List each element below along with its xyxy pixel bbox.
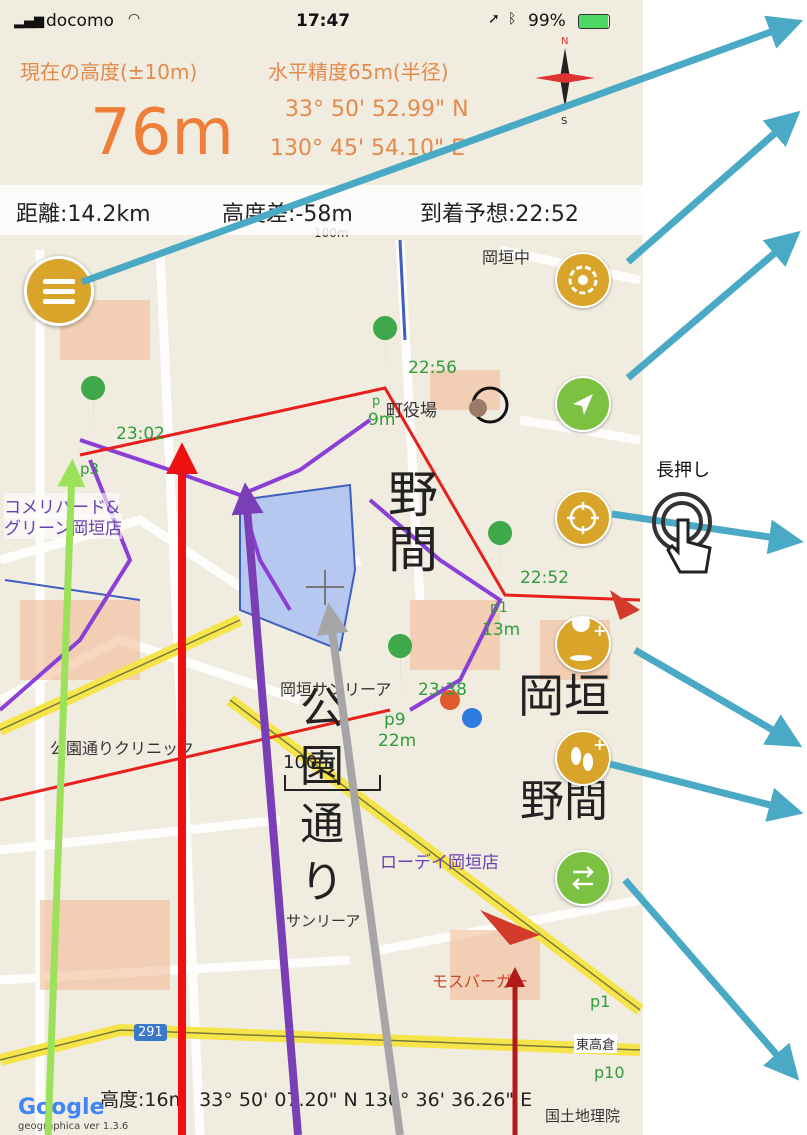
waypoint-sub-label: p9	[384, 710, 406, 730]
map-label-mos: モスバーガー	[432, 972, 529, 991]
map-label-noma-large: 野間	[388, 466, 438, 579]
waypoint-sub-label: p3	[80, 460, 100, 478]
carrier-label: docomo	[46, 11, 114, 31]
gsi-credit: 国土地理院	[545, 1107, 621, 1125]
cursor-coordinates: 高度:16m 33° 50' 07.20" N 130° 36' 36.26" …	[100, 1089, 533, 1111]
waypoint-dist-label: 13m	[482, 620, 521, 640]
map-label-route-number: 291	[134, 1024, 167, 1041]
scale-label: 100m	[283, 752, 335, 773]
map-label-okagaki-jhs: 岡垣中	[482, 248, 531, 267]
waypoint-time-label: 23:02	[116, 424, 165, 444]
navigation-arrow-icon	[573, 394, 593, 415]
waypoint-time-label: 22:56	[408, 358, 457, 378]
svg-text:S: S	[561, 116, 567, 127]
reverse-arrows-icon	[572, 866, 594, 890]
svg-text:+: +	[593, 735, 606, 754]
add-waypoint-button[interactable]: +	[555, 616, 611, 672]
longitude-value: 130° 45' 54.10" E	[270, 136, 466, 161]
bluetooth-icon: ᛒ	[508, 11, 517, 27]
map-label-18m: p10	[594, 1063, 625, 1082]
long-press-label: 長押し	[656, 460, 710, 481]
add-footprint-button[interactable]: +	[555, 730, 611, 786]
map-screen[interactable]: N S 野間 岡垣 野間 公園通り 岡垣中 町役場 コメリハード& グリーン岡垣…	[0, 0, 643, 1135]
accuracy-label: 水平精度65m(半径)	[268, 60, 449, 84]
map-label-komeri-2: グリーン岡垣店	[4, 514, 123, 539]
time-label: 17:47	[296, 11, 351, 31]
waypoint-sub-label: p1	[490, 600, 508, 616]
google-logo: Google	[18, 1095, 105, 1120]
eta-label: 到着予想:22:52	[420, 202, 579, 227]
status-bar: ▂▄▆ docomo ◠ 17:47 ➚ ᛒ 99%	[0, 0, 643, 40]
waypoint-dist-label: 22m	[378, 731, 417, 751]
elevation-diff-label: 高度差:-58m	[222, 202, 353, 227]
compass-swirl-icon	[568, 265, 598, 295]
navigate-button[interactable]	[555, 376, 611, 432]
compass-mode-button[interactable]	[555, 252, 611, 308]
route-info-bar: 距離:14.2km 高度差:-58m 到着予想:22:52	[0, 185, 643, 235]
waypoint-time-label: 23:38	[418, 680, 467, 700]
footprints-icon: +	[571, 735, 606, 771]
location-arrow-icon: ➚	[488, 11, 500, 27]
map-label-clinic: 公園通りクリニック	[50, 739, 195, 758]
hamburger-icon	[43, 279, 75, 304]
altitude-label: 現在の高度(±10m)	[20, 60, 198, 84]
target-button[interactable]	[555, 490, 611, 546]
crosshair-target-icon	[567, 502, 599, 534]
battery-icon	[578, 14, 610, 29]
long-press-hand-icon	[652, 492, 712, 574]
reverse-route-button[interactable]	[555, 850, 611, 906]
map-label-sunria-road: サンリーア	[286, 912, 361, 930]
map-label-sunria: 岡垣サンリーア	[280, 680, 392, 699]
map-label-koen-dori: 公園通り	[300, 683, 344, 908]
cursor-coordinates-bar: 高度:16m 33° 50' 07.20" N 130° 36' 36.26" …	[0, 1089, 643, 1135]
svg-text:+: +	[593, 621, 606, 640]
signal-icon: ▂▄▆	[14, 14, 44, 29]
wifi-icon: ◠	[128, 11, 141, 27]
altitude-value: 76m	[90, 96, 234, 170]
add-pin-icon: +	[570, 618, 606, 661]
distance-label: 距離:14.2km	[16, 202, 151, 227]
map-label-higashi-takakura: 東高倉	[574, 1034, 618, 1053]
waypoint-time-label: 22:52	[520, 568, 569, 588]
battery-percent: 99%	[528, 11, 566, 31]
menu-button[interactable]	[24, 256, 94, 326]
waypoint-dist-label: 9m	[368, 410, 396, 430]
map-label-p10: p1	[590, 992, 611, 1011]
waypoint-sub-label: p	[372, 394, 381, 409]
latitude-value: 33° 50' 52.99" N	[285, 97, 469, 122]
map-label-roday: ローデイ岡垣店	[380, 853, 499, 873]
version-label: geographica ver 1.3.6	[18, 1121, 129, 1132]
